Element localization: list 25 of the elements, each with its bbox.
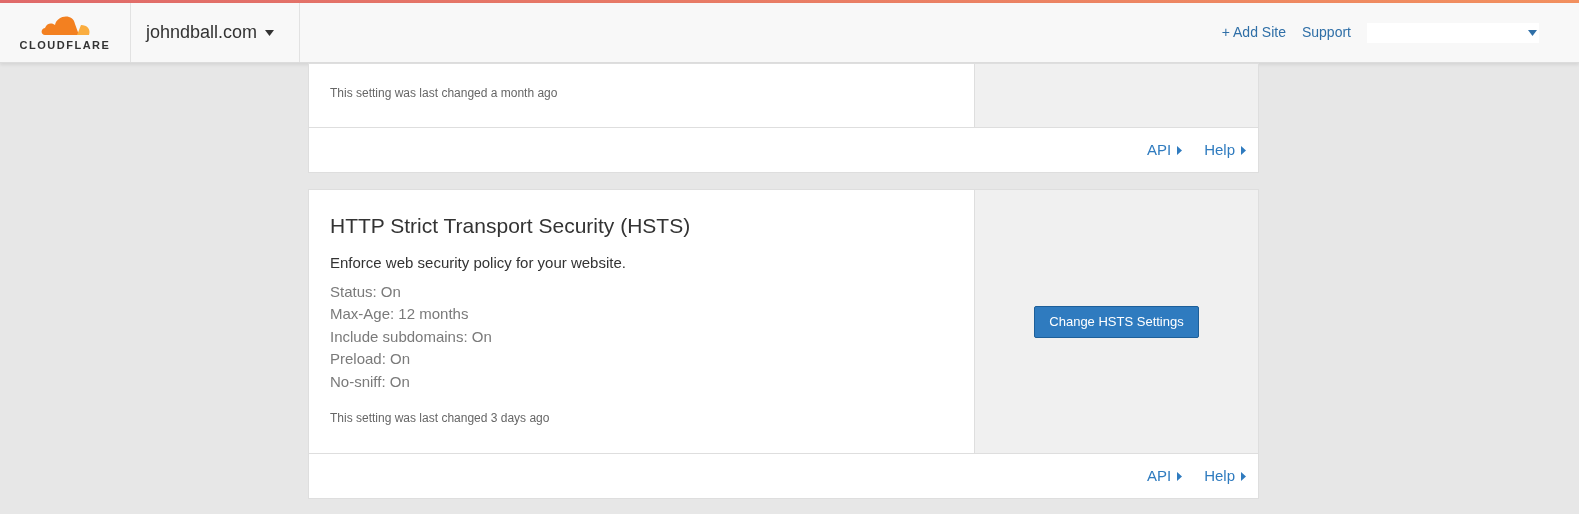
setting-detail: Preload: On bbox=[330, 349, 412, 369]
card-title: HTTP Strict Transport Security (HSTS) bbox=[330, 213, 692, 239]
caret-icon bbox=[1528, 29, 1537, 36]
caret-icon bbox=[1241, 471, 1246, 481]
logo-text: CLOUDFLARE bbox=[19, 38, 111, 54]
last-changed-text: This setting was last changed a month ago bbox=[330, 85, 559, 102]
site-selector[interactable]: johndball.com bbox=[131, 3, 300, 62]
footer-link[interactable]: API bbox=[1146, 138, 1183, 162]
setting-detail: No-sniff: On bbox=[330, 371, 411, 392]
footer-link[interactable]: Help bbox=[1204, 138, 1246, 162]
setting-detail: Include subdomains: On bbox=[330, 326, 493, 347]
card-description: Enforce web security policy for your website. bbox=[330, 253, 627, 273]
account-dropdown[interactable] bbox=[1367, 22, 1539, 43]
caret-icon bbox=[1241, 145, 1246, 155]
setting-detail: Status: On bbox=[330, 281, 402, 302]
change-settings-button[interactable]: Change HSTS Settings bbox=[1034, 305, 1199, 338]
footer-link[interactable]: Help bbox=[1204, 464, 1246, 488]
header-link[interactable]: Support bbox=[1301, 22, 1351, 43]
caret-icon bbox=[1177, 145, 1183, 155]
last-changed-text: This setting was last changed 3 days ago bbox=[330, 410, 551, 427]
caret-icon bbox=[1177, 471, 1183, 481]
footer-link[interactable]: API bbox=[1146, 464, 1183, 488]
setting-detail: Max-Age: 12 months bbox=[330, 304, 470, 324]
header-link[interactable]: + Add Site bbox=[1221, 22, 1286, 43]
caret-icon bbox=[265, 29, 275, 36]
